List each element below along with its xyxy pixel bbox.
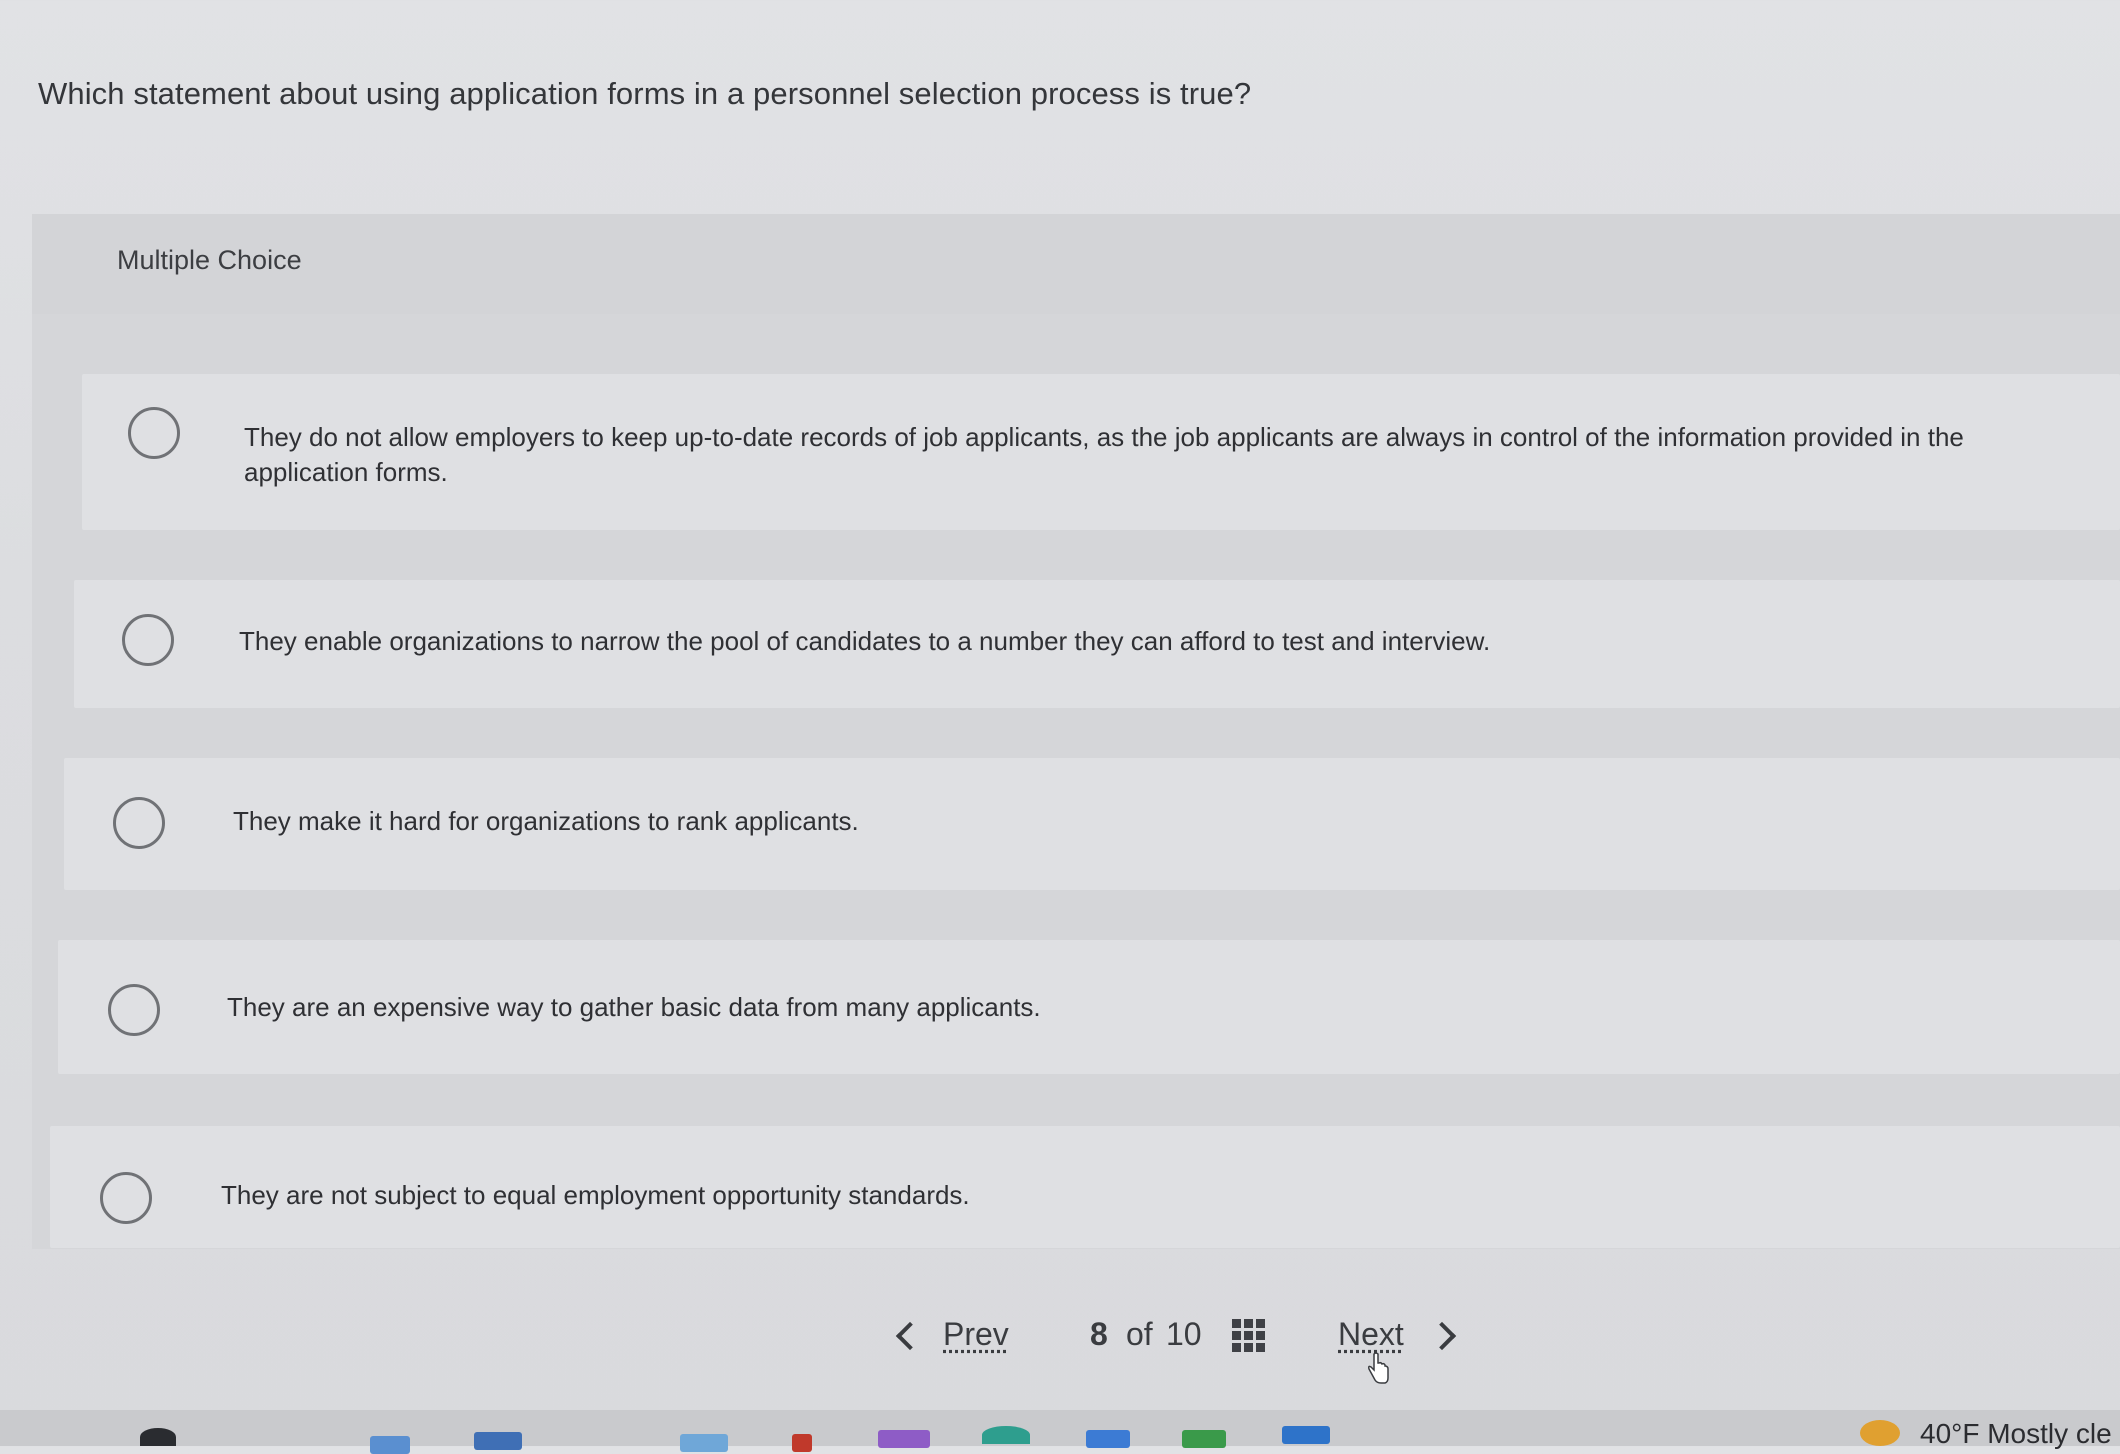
option-4-text: They are an expensive way to gather basi… xyxy=(227,992,1041,1022)
chevron-left-icon[interactable] xyxy=(895,1321,925,1351)
multiple-choice-header xyxy=(32,214,2120,314)
page-of-label: of xyxy=(1126,1316,1153,1352)
radio-button-option-5[interactable] xyxy=(100,1172,152,1224)
taskbar-app-icon[interactable] xyxy=(792,1434,812,1452)
radio-button-option-1[interactable] xyxy=(128,407,180,459)
weather-text: 40°F Mostly cle xyxy=(1920,1418,2112,1449)
taskbar-app-icon[interactable] xyxy=(370,1436,410,1454)
option-5-text: They are not subject to equal employment… xyxy=(221,1180,970,1210)
hand-cursor-icon xyxy=(1368,1352,1389,1384)
taskbar-app-icon[interactable] xyxy=(1282,1426,1330,1444)
radio-button-option-3[interactable] xyxy=(113,797,165,849)
page-current: 8 xyxy=(1090,1316,1108,1352)
taskbar-app-icon[interactable] xyxy=(1086,1430,1130,1448)
radio-button-option-2[interactable] xyxy=(122,614,174,666)
taskbar-app-icon[interactable] xyxy=(1182,1430,1226,1448)
weather-icon xyxy=(1860,1420,1900,1446)
multiple-choice-label: Multiple Choice xyxy=(117,245,302,275)
question-grid-icon[interactable] xyxy=(1232,1319,1266,1353)
multiple-choice-panel xyxy=(32,214,2120,1249)
chevron-right-icon[interactable] xyxy=(1427,1321,1457,1351)
taskbar-app-icon[interactable] xyxy=(474,1432,522,1450)
option-1-text: They do not allow employers to keep up-t… xyxy=(244,422,1964,487)
taskbar-app-icon[interactable] xyxy=(878,1430,930,1448)
prev-button[interactable]: Prev xyxy=(943,1316,1009,1366)
option-2-text: They enable organizations to narrow the … xyxy=(239,626,1491,656)
page-total: 10 xyxy=(1166,1316,1202,1352)
taskbar-app-icon[interactable] xyxy=(140,1428,176,1446)
radio-button-option-4[interactable] xyxy=(108,984,160,1036)
taskbar xyxy=(0,1410,2120,1446)
question-text: Which statement about using application … xyxy=(38,76,1252,111)
taskbar-app-icon[interactable] xyxy=(982,1426,1030,1444)
taskbar-app-icon[interactable] xyxy=(680,1434,728,1452)
option-3-text: They make it hard for organizations to r… xyxy=(233,806,859,836)
